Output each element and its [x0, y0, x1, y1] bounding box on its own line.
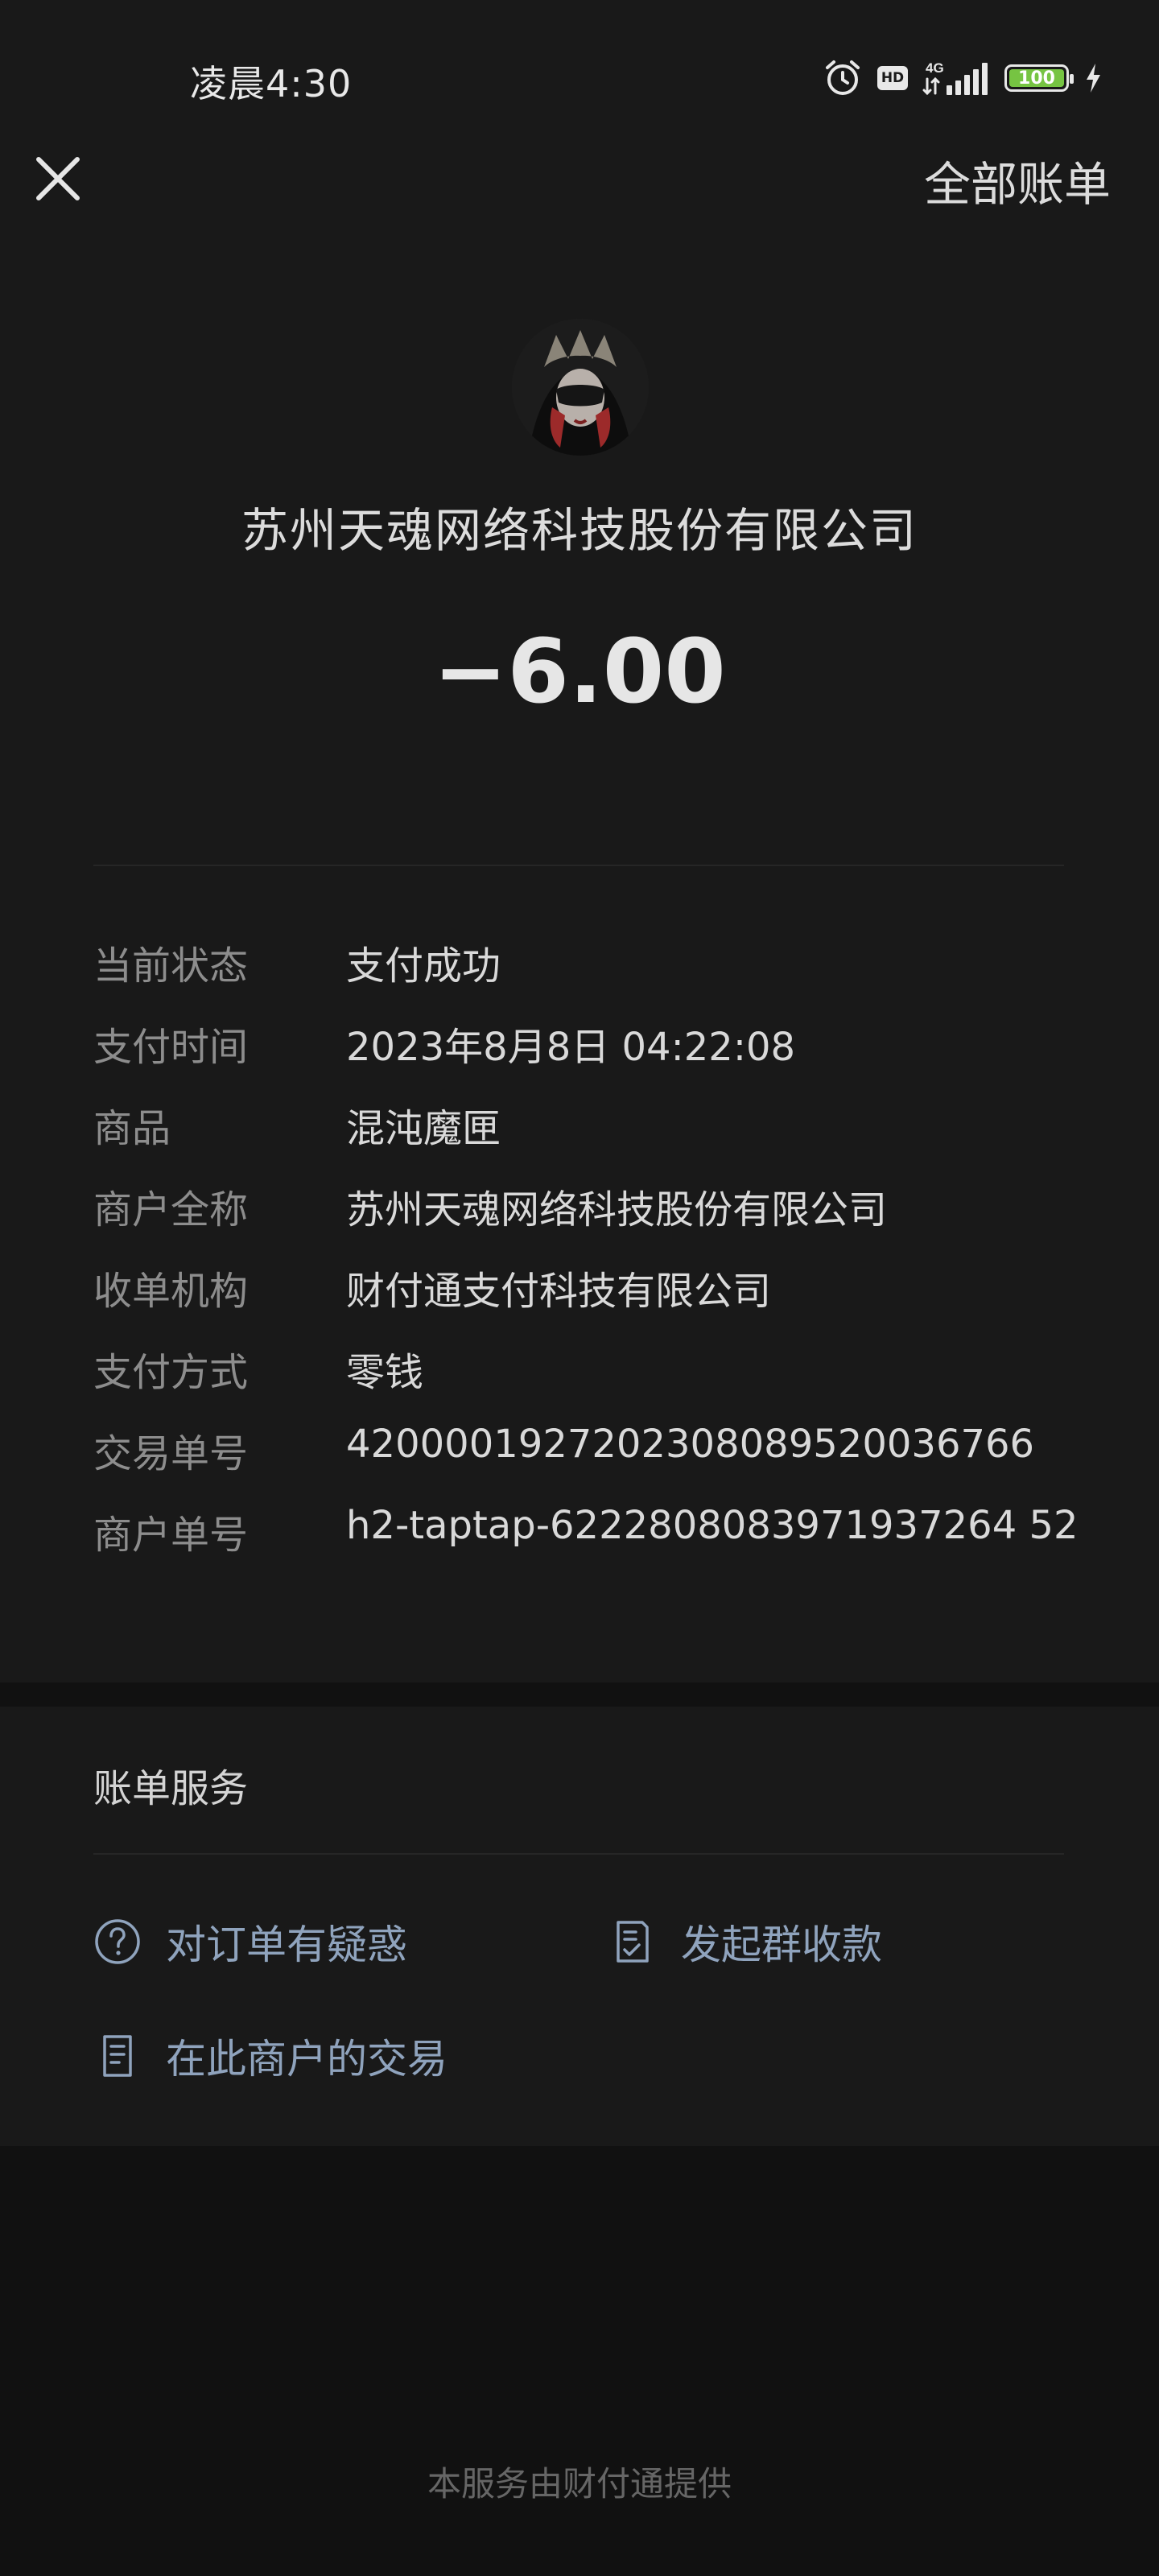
service-label: 对订单有疑惑 — [166, 1922, 407, 1968]
status-bar: 凌晨4:30 HD 4G 100 — [0, 0, 1159, 158]
avatar-image — [512, 319, 649, 456]
signal-icon: 4G — [922, 60, 988, 96]
battery-level: 100 — [1009, 68, 1064, 89]
detail-label: 商户单号 — [93, 1513, 249, 1558]
question-circle-icon — [95, 1919, 140, 1964]
detail-row-product: 商品 混沌魔匣 — [93, 1096, 1083, 1178]
footer-note: 本服务由财付通提供 — [427, 2464, 732, 2504]
detail-value: 苏州天魂网络科技股份有限公司 — [346, 1187, 888, 1232]
services-divider — [93, 1853, 1064, 1855]
alarm-icon — [826, 60, 860, 95]
detail-value: 混沌魔匣 — [346, 1106, 501, 1151]
bill-services-section: 账单服务 对订单有疑惑 发起群收款 在此商户的交易 — [0, 1707, 1159, 2146]
detail-row-transaction-id: 交易单号 4200001927202308089520036766 — [93, 1422, 1083, 1503]
detail-value: 4200001927202308089520036766 — [346, 1422, 1035, 1467]
status-icons: HD 4G 100 — [823, 58, 1103, 98]
detail-label: 支付方式 — [93, 1350, 249, 1395]
detail-value: 2023年8月8日 04:22:08 — [346, 1025, 796, 1070]
detail-row-payment-time: 支付时间 2023年8月8日 04:22:08 — [93, 1015, 1083, 1096]
svg-text:4G: 4G — [926, 60, 944, 76]
summary-divider — [93, 865, 1064, 866]
detail-row-payment-method: 支付方式 零钱 — [93, 1340, 1083, 1422]
battery-cap — [1070, 74, 1074, 84]
bill-detail-panel: 凌晨4:30 HD 4G 100 全部账单 苏州天魂网络科技股份有限公司 −6.… — [0, 0, 1159, 1682]
all-bills-link[interactable]: 全部账单 — [924, 147, 1111, 214]
detail-label: 商品 — [93, 1106, 171, 1151]
service-label: 发起群收款 — [681, 1922, 882, 1968]
detail-value: 财付通支付科技有限公司 — [346, 1269, 772, 1314]
detail-label: 收单机构 — [93, 1269, 249, 1314]
service-label: 在此商户的交易 — [166, 2036, 448, 2083]
close-icon — [36, 157, 80, 200]
services-title: 账单服务 — [93, 1766, 249, 1811]
transaction-details: 当前状态 支付成功 支付时间 2023年8月8日 04:22:08 商品 混沌魔… — [93, 934, 1083, 1584]
detail-row-status: 当前状态 支付成功 — [93, 934, 1083, 1015]
document-icon — [103, 2035, 132, 2077]
group-collection-button[interactable]: 发起群收款 — [608, 1913, 882, 1971]
detail-label: 交易单号 — [93, 1431, 249, 1476]
detail-row-acquirer: 收单机构 财付通支付科技有限公司 — [93, 1259, 1083, 1340]
detail-row-merchant-full-name: 商户全称 苏州天魂网络科技股份有限公司 — [93, 1178, 1083, 1259]
checklist-icon — [617, 1921, 649, 1963]
detail-value: h2-taptap-6222808083971937264 52 — [346, 1503, 1079, 1548]
detail-label: 当前状态 — [93, 943, 249, 989]
detail-row-merchant-order-id: 商户单号 h2-taptap-6222808083971937264 52 — [93, 1503, 1083, 1584]
detail-value: 零钱 — [346, 1350, 424, 1395]
close-button[interactable] — [29, 150, 87, 208]
merchant-avatar — [512, 319, 649, 456]
hd-icon: HD — [877, 66, 908, 90]
charging-icon — [1087, 64, 1100, 93]
section-separator — [0, 1682, 1159, 1707]
detail-value: 支付成功 — [346, 943, 501, 989]
status-time: 凌晨4:30 — [190, 62, 353, 105]
detail-label: 商户全称 — [93, 1187, 249, 1232]
payment-amount: −6.00 — [433, 620, 726, 723]
detail-label: 支付时间 — [93, 1025, 249, 1070]
battery-icon: 100 — [1004, 64, 1074, 92]
merchant-transactions-button[interactable]: 在此商户的交易 — [93, 2027, 448, 2085]
merchant-name: 苏州天魂网络科技股份有限公司 — [241, 503, 918, 558]
order-question-button[interactable]: 对订单有疑惑 — [93, 1913, 407, 1971]
